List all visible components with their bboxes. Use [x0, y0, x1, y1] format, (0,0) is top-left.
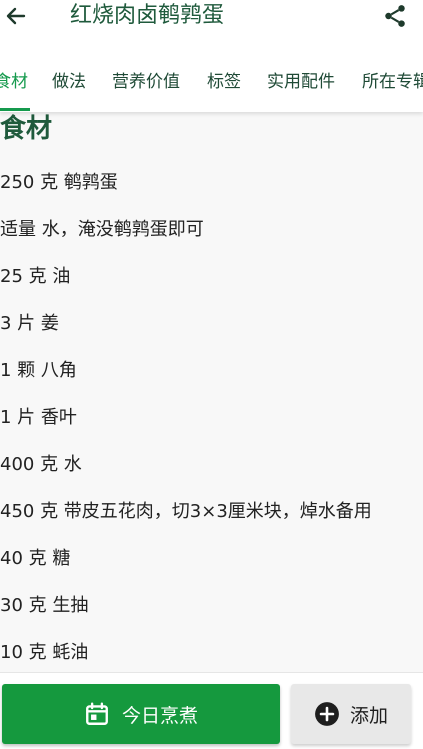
tab-method[interactable]: 做法	[52, 66, 86, 98]
page-title: 红烧肉卤鹌鹑蛋	[70, 3, 225, 28]
tab-albums[interactable]: 所在专辑	[362, 66, 423, 98]
ingredient-item: 40 克 糖	[0, 548, 71, 569]
ingredient-item: 400 克 水	[0, 454, 82, 475]
tab-ingredients[interactable]: 食材	[0, 66, 28, 98]
ingredient-item: 适量 水，淹没鹌鹑蛋即可	[0, 219, 204, 240]
tab-accessories[interactable]: 实用配件	[267, 66, 335, 98]
ingredients-section: 食材 250 克 鹌鹑蛋 适量 水，淹没鹌鹑蛋即可 25 克 油 3 片 姜 1…	[0, 112, 423, 672]
tab-bar: 食材 做法 营养价值 标签 实用配件 所在专辑	[0, 66, 423, 98]
add-label: 添加	[349, 704, 388, 727]
section-title: 食材	[0, 114, 53, 144]
bottom-action-bar: 今日烹煮 添加	[0, 672, 423, 749]
ingredient-item: 25 克 油	[0, 266, 71, 287]
calendar-icon	[86, 702, 108, 725]
ingredient-item: 1 颗 八角	[0, 360, 77, 381]
share-button[interactable]	[381, 2, 409, 30]
add-button[interactable]: 添加	[291, 684, 411, 744]
active-tab-indicator	[0, 108, 30, 111]
back-button[interactable]	[2, 2, 30, 30]
ingredient-item: 30 克 生抽	[0, 595, 89, 616]
plus-circle-icon	[315, 702, 339, 726]
ingredient-item: 10 克 蚝油	[0, 642, 89, 663]
share-icon	[385, 5, 405, 27]
tab-tags[interactable]: 标签	[207, 66, 241, 98]
ingredient-item: 3 片 姜	[0, 313, 59, 334]
app-bar: 红烧肉卤鹌鹑蛋 食材 做法 营养价值 标签 实用配件 所在专辑	[0, 0, 423, 112]
cook-today-label: 今日烹煮	[121, 704, 198, 727]
cook-today-button[interactable]: 今日烹煮	[2, 684, 280, 744]
tab-nutrition[interactable]: 营养价值	[112, 66, 180, 98]
ingredient-item: 250 克 鹌鹑蛋	[0, 172, 118, 193]
ingredient-item: 450 克 带皮五花肉，切3×3厘米块，焯水备用	[0, 501, 372, 522]
arrow-left-icon	[6, 7, 26, 25]
ingredient-item: 1 片 香叶	[0, 407, 77, 428]
